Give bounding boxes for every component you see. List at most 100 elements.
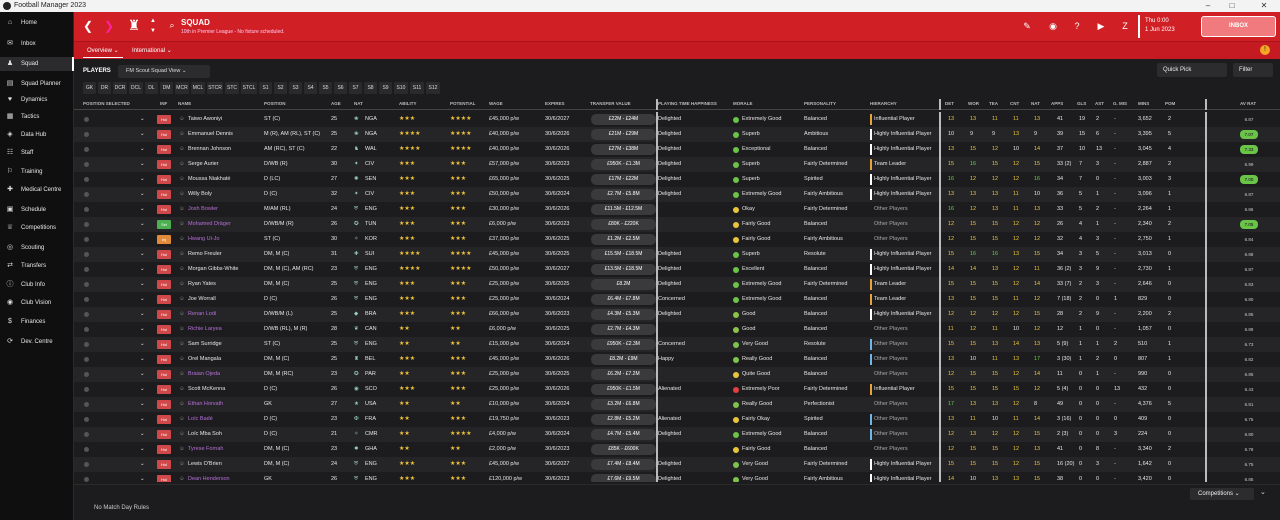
- column-header[interactable]: TRANSFER VALUE: [590, 101, 631, 106]
- position-slot[interactable]: DCL: [129, 82, 143, 94]
- column-header[interactable]: G. MIS: [1113, 101, 1127, 106]
- position-slot[interactable]: MCL: [191, 82, 205, 94]
- position-slot[interactable]: S10: [394, 82, 408, 94]
- info-badge[interactable]: Hol: [157, 355, 171, 364]
- chevron-down-icon[interactable]: ⌄: [140, 427, 145, 442]
- selection-radio[interactable]: [84, 357, 89, 362]
- video-icon[interactable]: ▶: [1096, 21, 1106, 31]
- info-badge[interactable]: Hol: [157, 205, 171, 214]
- table-row[interactable]: ⌄ Hol ☺ Loïc Badé D (C) 23 ✠ FRA ★★ ★★★ £19,750 p/…: [74, 412, 1280, 427]
- selection-radio[interactable]: [84, 342, 89, 347]
- info-badge[interactable]: Hol: [157, 280, 171, 289]
- next-club-icon[interactable]: ▼: [150, 28, 156, 34]
- selection-radio[interactable]: [84, 432, 89, 437]
- info-badge[interactable]: Hol: [157, 385, 171, 394]
- selection-radio[interactable]: [84, 447, 89, 452]
- selection-radio[interactable]: [84, 147, 89, 152]
- table-row[interactable]: ⌄ Hol ☺ Willy Boly D (C) 32 ✦ CIV ★★★ ★★★ £50,000 …: [74, 187, 1280, 202]
- info-badge[interactable]: Hol: [157, 310, 171, 319]
- column-header[interactable]: NAT: [1031, 101, 1040, 106]
- help-icon[interactable]: ?: [1072, 21, 1082, 31]
- table-row[interactable]: ⌄ Sel ☺ Mohamed Dräger D/WB/M (R) 26 ✪ TUN ★★★ ★★…: [74, 217, 1280, 232]
- selection-radio[interactable]: [84, 237, 89, 242]
- info-badge[interactable]: Hol: [157, 460, 171, 469]
- chevron-down-icon[interactable]: ⌄: [140, 172, 145, 187]
- column-header[interactable]: INF: [160, 101, 167, 106]
- date-display[interactable]: Thu 0:00 1 Jun 2023: [1138, 15, 1198, 38]
- table-row[interactable]: ⌄ Hol ☺ Ethan Horvath GK 27 ★ USA ★★ ★★ £10,000 p/…: [74, 397, 1280, 412]
- sidebar-item-3[interactable]: ▤ Squad Planner: [0, 77, 74, 91]
- info-badge[interactable]: Hol: [157, 175, 171, 184]
- sidebar-item-10[interactable]: ▣ Schedule: [0, 203, 74, 217]
- chevron-down-icon[interactable]: ⌄: [140, 367, 145, 382]
- tab-overview[interactable]: Overview ⌄: [83, 45, 123, 58]
- column-header[interactable]: WOR: [968, 101, 979, 106]
- selection-radio[interactable]: [84, 402, 89, 407]
- chevron-down-icon[interactable]: ⌄: [140, 247, 145, 262]
- position-slot[interactable]: DR: [98, 82, 111, 94]
- column-header[interactable]: MINS: [1138, 101, 1149, 106]
- info-badge[interactable]: Hol: [157, 265, 171, 274]
- selection-radio[interactable]: [84, 132, 89, 137]
- table-row[interactable]: ⌄ Hol ☺ Tyrese Fornah DM, M (C) 23 ✹ GHA ★★ ★★ £2,…: [74, 442, 1280, 457]
- selection-radio[interactable]: [84, 252, 89, 257]
- selection-radio[interactable]: [84, 282, 89, 287]
- column-header[interactable]: DET: [945, 101, 954, 106]
- chevron-down-icon[interactable]: ⌄: [140, 277, 145, 292]
- chevron-down-icon[interactable]: ⌄: [140, 397, 145, 412]
- table-row[interactable]: ⌄ Hol ☺ Dean Henderson GK 26 ⛨ ENG ★★★ ★★★ £120,00…: [74, 472, 1280, 482]
- edit-icon[interactable]: ✎: [1022, 21, 1032, 31]
- position-slot[interactable]: S6: [334, 82, 347, 94]
- sidebar-item-8[interactable]: ⚐ Training: [0, 165, 74, 179]
- sidebar-item-6[interactable]: ◈ Data Hub: [0, 128, 74, 142]
- selection-radio[interactable]: [84, 462, 89, 467]
- chevron-down-icon[interactable]: ⌄: [140, 127, 145, 142]
- position-slot[interactable]: S8: [364, 82, 377, 94]
- column-header[interactable]: ABILITY: [399, 101, 417, 106]
- selection-radio[interactable]: [84, 327, 89, 332]
- table-row[interactable]: ⌄ Hol ☺ Joe Worrall D (C) 26 ⛨ ENG ★★★ ★★★ £25,000…: [74, 292, 1280, 307]
- info-badge[interactable]: Hol: [157, 145, 171, 154]
- warning-icon[interactable]: !: [1260, 45, 1270, 55]
- inbox-continue-button[interactable]: INBOX: [1201, 16, 1276, 37]
- sidebar-item-12[interactable]: ◎ Scouting: [0, 241, 74, 255]
- chevron-down-icon[interactable]: ⌄: [140, 307, 145, 322]
- position-slot[interactable]: S12: [426, 82, 440, 94]
- position-slot[interactable]: S5: [319, 82, 332, 94]
- chevron-down-icon[interactable]: ⌄: [140, 352, 145, 367]
- selection-radio[interactable]: [84, 267, 89, 272]
- sidebar-item-11[interactable]: ♕ Competitions: [0, 221, 74, 235]
- info-badge[interactable]: Hol: [157, 115, 171, 124]
- crest-icon[interactable]: ◉: [1048, 21, 1058, 31]
- info-badge[interactable]: Hol: [157, 475, 171, 482]
- column-header[interactable]: MORALE: [733, 101, 753, 106]
- column-header[interactable]: NAME: [178, 101, 191, 106]
- position-slot[interactable]: GK: [83, 82, 96, 94]
- column-header[interactable]: APPS: [1051, 101, 1063, 106]
- position-slot[interactable]: STCR: [207, 82, 223, 94]
- chevron-down-icon[interactable]: ⌄: [140, 142, 145, 157]
- column-header[interactable]: POM: [1165, 101, 1175, 106]
- table-row[interactable]: ⌄ Hol ☺ Remo Freuler DM, M (C) 31 ✚ SUI ★★★★ ★★★★…: [74, 247, 1280, 262]
- sidebar-item-16[interactable]: $ Finances: [0, 315, 74, 329]
- selection-radio[interactable]: [84, 177, 89, 182]
- table-row[interactable]: ⌄ Hol ☺ Serge Aurier D/WB (R) 30 ✦ CIV ★★★ ★★★ £57…: [74, 157, 1280, 172]
- close-button[interactable]: ✕: [1254, 0, 1274, 12]
- selection-radio[interactable]: [84, 117, 89, 122]
- sidebar-item-4[interactable]: ♥ Dynamics: [0, 93, 74, 107]
- minimize-button[interactable]: –: [1198, 0, 1218, 12]
- info-badge[interactable]: Hol: [157, 340, 171, 349]
- info-badge[interactable]: Hol: [157, 445, 171, 454]
- column-header[interactable]: PLAYING TIME HAPPINESS: [658, 101, 717, 106]
- sidebar-item-7[interactable]: ☷ Staff: [0, 146, 74, 160]
- sidebar-item-9[interactable]: ✚ Medical Centre: [0, 183, 74, 197]
- selection-radio[interactable]: [84, 372, 89, 377]
- filter-dropdown[interactable]: Filter: [1233, 63, 1273, 77]
- info-badge[interactable]: Hol: [157, 295, 171, 304]
- search-icon[interactable]: ⌕: [167, 20, 177, 30]
- previous-club-icon[interactable]: ▲: [150, 18, 156, 24]
- position-slot[interactable]: DM: [160, 82, 173, 94]
- selection-radio[interactable]: [84, 162, 89, 167]
- column-header[interactable]: AST: [1095, 101, 1104, 106]
- chevron-down-icon[interactable]: ⌄: [140, 187, 145, 202]
